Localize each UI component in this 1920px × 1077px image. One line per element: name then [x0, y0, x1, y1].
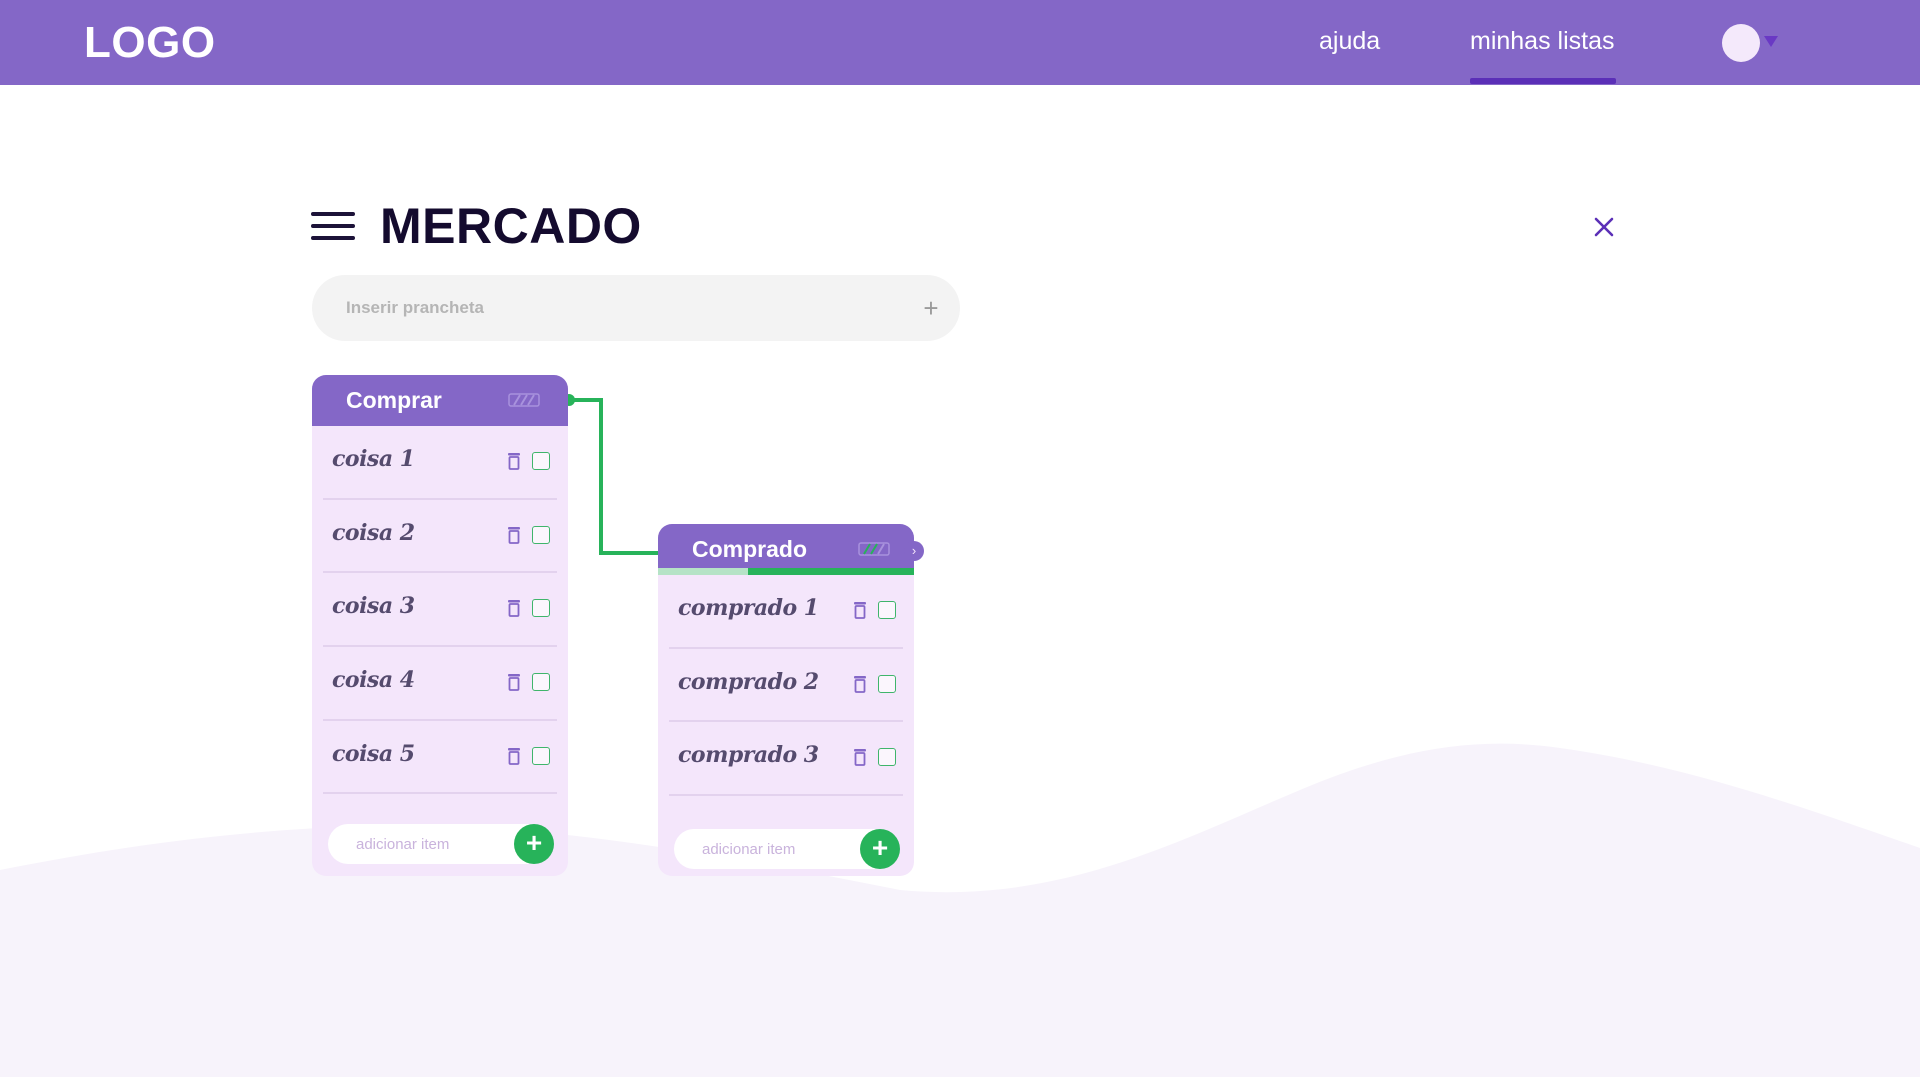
item-checkbox[interactable] [532, 673, 550, 692]
item-checkbox[interactable] [532, 525, 550, 544]
item-label[interactable]: coisa 1 [332, 446, 415, 472]
item-label[interactable]: coisa 5 [332, 741, 415, 767]
item-checkbox[interactable] [532, 452, 550, 470]
chevron-right-icon[interactable]: › [904, 541, 924, 561]
item-label[interactable]: comprado 2 [678, 669, 819, 695]
list-progress-fill [747, 568, 914, 575]
insert-board-field: + [312, 275, 960, 341]
list-header[interactable]: Comprado › [658, 524, 924, 575]
app-page: LOGO ajuda minhas listas MERCADO + Compr… [0, 0, 1920, 1077]
trash-icon[interactable] [853, 601, 867, 619]
caret-down-icon[interactable] [1764, 36, 1778, 47]
background-wave [0, 743, 1920, 1077]
trash-icon[interactable] [853, 675, 867, 693]
list-card-comprado: Comprado › comprado 1 comprado 2 comprad… [658, 524, 924, 876]
add-item-input[interactable] [702, 829, 852, 870]
list-progress-bar [658, 568, 914, 575]
item-label[interactable]: coisa 4 [332, 667, 415, 693]
nav-link-help[interactable]: ajuda [1319, 27, 1380, 56]
item-label[interactable]: comprado 3 [678, 742, 819, 768]
add-item-row: + [312, 794, 568, 888]
board-title: MERCADO [380, 198, 642, 254]
add-item-button[interactable]: + [860, 829, 900, 870]
list-title[interactable]: Comprado [692, 536, 807, 563]
item-label[interactable]: comprado 1 [678, 595, 819, 621]
trash-icon[interactable] [507, 673, 521, 691]
trash-icon[interactable] [507, 526, 521, 544]
add-item-input[interactable] [356, 824, 506, 865]
list-items: coisa 1 coisa 2 coisa 3 coisa 4 coisa 5 [312, 426, 568, 795]
item-label[interactable]: coisa 3 [332, 593, 415, 619]
logo[interactable]: LOGO [84, 18, 216, 68]
list-items: comprado 1 comprado 2 comprado 3 [658, 575, 914, 797]
add-board-button[interactable]: + [916, 291, 946, 325]
item-label[interactable]: coisa 2 [332, 520, 415, 546]
trash-icon[interactable] [853, 748, 867, 767]
hamburger-menu-icon[interactable] [311, 212, 355, 240]
item-checkbox[interactable] [878, 601, 896, 619]
list-item: coisa 5 [323, 721, 557, 795]
nav-active-indicator [1470, 78, 1616, 84]
close-icon[interactable] [1592, 215, 1616, 239]
list-item: coisa 2 [323, 500, 557, 574]
add-item-button[interactable]: + [514, 824, 554, 865]
item-checkbox[interactable] [878, 674, 896, 693]
list-item: coisa 4 [323, 647, 557, 721]
trash-icon[interactable] [507, 747, 521, 765]
list-card-comprar: Comprar coisa 1 coisa 2 coisa 3 coisa 4 … [312, 375, 568, 876]
list-item: comprado 2 [669, 649, 903, 723]
drag-handle-icon[interactable] [858, 542, 890, 556]
insert-board-input[interactable] [346, 275, 886, 341]
item-checkbox[interactable] [532, 599, 550, 618]
drag-handle-icon[interactable] [508, 393, 540, 407]
item-checkbox[interactable] [878, 748, 896, 767]
list-title[interactable]: Comprar [346, 387, 442, 414]
user-avatar-icon[interactable] [1722, 24, 1760, 62]
list-item: coisa 3 [323, 573, 557, 648]
nav-link-my-lists[interactable]: minhas listas [1470, 27, 1615, 56]
list-item: comprado 1 [669, 575, 903, 649]
list-header[interactable]: Comprar [312, 375, 568, 426]
top-navigation-bar: LOGO ajuda minhas listas [0, 0, 1920, 85]
trash-icon[interactable] [507, 599, 521, 618]
trash-icon[interactable] [507, 452, 521, 470]
list-item: coisa 1 [323, 426, 557, 500]
add-item-row: + [658, 796, 914, 890]
list-item: comprado 3 [669, 722, 903, 797]
item-checkbox[interactable] [532, 746, 550, 765]
